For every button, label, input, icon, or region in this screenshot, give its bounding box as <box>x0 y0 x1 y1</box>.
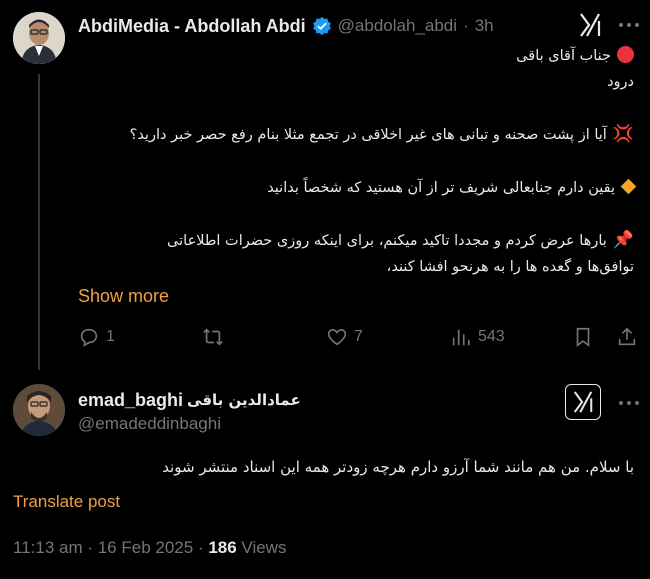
tweet-actions: 1 7 543 <box>78 326 638 356</box>
reply-avatar[interactable] <box>13 384 65 436</box>
tweet-text: یقین دارم جنابعالی شریف تر از آن هستید ک… <box>267 180 615 196</box>
tweet-line-1: جناب آقای باقی <box>516 44 634 68</box>
tweet-text: بارها عرض کردم و مجددا تاکید میکنم، برای… <box>167 233 607 249</box>
reply-author-handle[interactable]: @emadeddinbaghi <box>78 414 221 434</box>
reply-button[interactable]: 1 <box>78 326 115 348</box>
separator-dot: · <box>463 16 469 35</box>
views-chart-icon <box>452 329 470 346</box>
tweet-line-3: 💢 آیا از پشت صحنه و تبانی های غیر اخلاقی … <box>130 122 634 147</box>
views-button[interactable]: 543 <box>450 326 505 348</box>
more-options-icon[interactable] <box>618 398 640 408</box>
parent-tweet[interactable]: AbdiMedia - Abdollah Abdi @abdolah_abdi … <box>0 0 650 372</box>
repost-icon <box>203 328 223 346</box>
reply-count: 1 <box>106 328 115 345</box>
pushpin-icon: 📌 <box>612 230 634 250</box>
share-button[interactable] <box>616 326 638 348</box>
post-time[interactable]: 3h <box>475 16 494 36</box>
like-count: 7 <box>354 328 363 345</box>
post-metadata: 11:13 am · 16 Feb 2025 · 186 Views <box>13 538 286 558</box>
tweet-text: جناب آقای باقی <box>516 48 611 64</box>
reply-author-name[interactable]: emad_baghi عمادالدین باقی <box>78 388 301 412</box>
translate-post-link[interactable]: Translate post <box>13 492 120 512</box>
red-circle-icon <box>617 46 634 63</box>
reply-icon <box>80 328 98 347</box>
tweet-line-2: درود <box>607 70 634 94</box>
bookmark-button[interactable] <box>572 326 594 348</box>
views-count: 186 <box>208 538 237 557</box>
tweet-line-4: یقین دارم جنابعالی شریف تر از آن هستید ک… <box>267 176 637 200</box>
heart-icon <box>327 329 347 346</box>
tweet-text: درود <box>607 74 634 90</box>
orange-diamond-icon <box>620 178 637 195</box>
anger-symbol-icon: 💢 <box>612 124 634 144</box>
views-count: 543 <box>478 328 505 345</box>
verified-badge-icon <box>312 16 331 36</box>
avatar[interactable] <box>13 12 65 64</box>
avatar-portrait-icon <box>13 384 65 436</box>
tweet-text: توافق‌ها و گعده ها را به هرنحو افشا کنند… <box>386 259 634 275</box>
like-button[interactable]: 7 <box>326 326 363 348</box>
tweet-header: AbdiMedia - Abdollah Abdi @abdolah_abdi … <box>78 14 494 38</box>
reply-text: با سلام. من هم مانند شما آرزو دارم هرچه … <box>162 458 634 476</box>
tweet-line-5: 📌 بارها عرض کردم و مجددا تاکید میکنم، برا… <box>167 228 634 253</box>
reply-author-name-latin[interactable]: emad_baghi <box>78 390 183 411</box>
grok-icon <box>573 391 593 413</box>
bookmark-icon <box>576 327 590 347</box>
show-more-link[interactable]: Show more <box>78 286 169 307</box>
grok-button[interactable] <box>565 384 601 420</box>
repost-button[interactable] <box>202 326 230 348</box>
post-timestamp[interactable]: 11:13 am · 16 Feb 2025 · <box>13 538 208 557</box>
share-icon <box>618 327 636 346</box>
avatar-portrait-icon <box>13 12 65 64</box>
more-options-icon[interactable] <box>618 20 640 30</box>
author-name[interactable]: AbdiMedia - Abdollah Abdi <box>78 16 306 37</box>
reply-author-name-persian[interactable]: عمادالدین باقی <box>187 391 301 409</box>
tweet-line-6: توافق‌ها و گعده ها را به هرنحو افشا کنند… <box>387 255 634 279</box>
views-label: Views <box>236 538 287 557</box>
tweet-text: آیا از پشت صحنه و تبانی های غیر اخلاقی د… <box>129 127 607 143</box>
grok-icon[interactable] <box>578 12 602 38</box>
author-handle[interactable]: @abdolah_abdi <box>338 16 457 36</box>
